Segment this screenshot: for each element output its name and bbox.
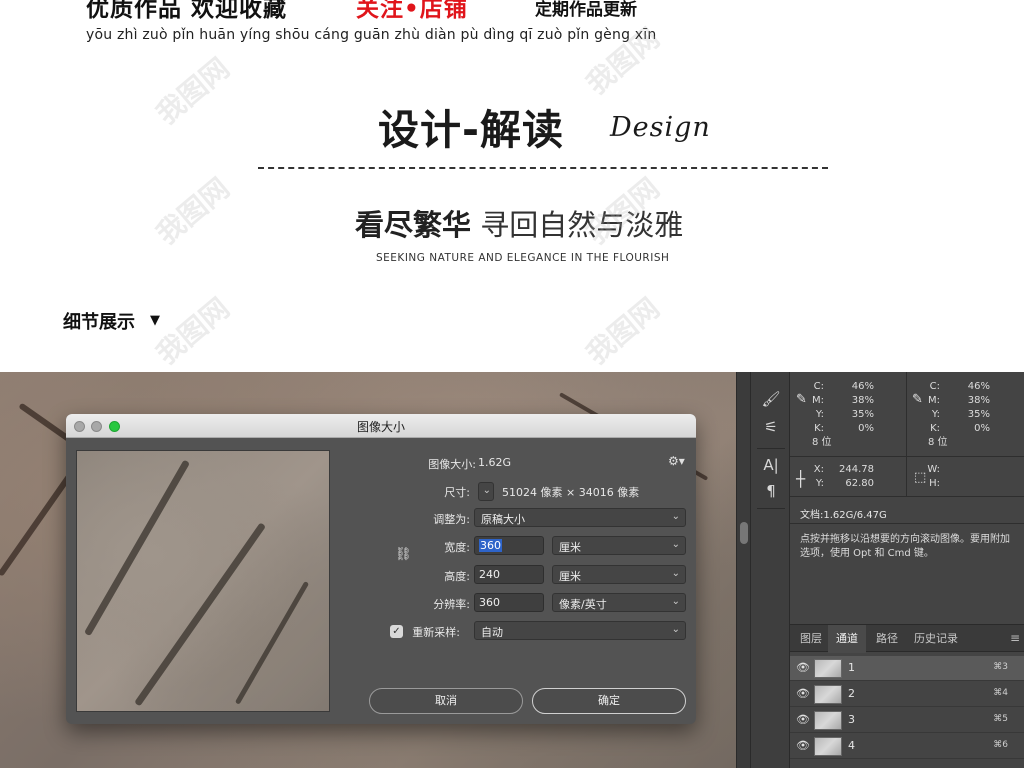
height-unit-select[interactable]: 厘米 ⌄ [552, 565, 686, 584]
width-label: 宽度: [444, 541, 470, 554]
panel-icon-strip: 🖌 ⚟ A| ¶ [750, 372, 790, 768]
height-input[interactable]: 240 [474, 565, 544, 584]
height-label: 高度: [444, 570, 470, 583]
channel-shortcut: ⌘3 [993, 662, 1008, 672]
eyedropper-icon: ✎ [796, 392, 807, 407]
channel-thumbnail [814, 685, 842, 704]
chevron-down-icon: ⌄ [671, 539, 680, 550]
channel-row[interactable]: 👁 4 ⌘6 [790, 734, 1024, 759]
dialog-title: 图像大小 [356, 420, 405, 434]
document-size: 文档:1.62G/6.47G [800, 510, 887, 521]
resolution-unit-select[interactable]: 像素/英寸 ⌄ [552, 593, 686, 612]
tagline-bold: 看尽繁华 [355, 208, 472, 242]
top-heading: 优质作品 欢迎收藏 [86, 0, 288, 22]
channel-shortcut: ⌘6 [993, 740, 1008, 750]
channel-thumbnail [814, 737, 842, 756]
tab-layers[interactable]: 图层 [792, 625, 830, 653]
dimensions-label: 尺寸: [444, 486, 470, 499]
image-size-label: 图像大小: [428, 458, 476, 471]
chevron-down-icon: ⌄ [671, 568, 680, 579]
detail-heading: 细节展示 [63, 312, 135, 333]
channel-shortcut: ⌘4 [993, 688, 1008, 698]
tagline: 看尽繁华 寻回自然与淡雅 [355, 202, 683, 244]
pinyin-line: yōu zhì zuò pǐn huān yíng shōu cáng guān… [86, 27, 657, 43]
fit-to-label: 调整为: [433, 513, 470, 526]
watermark: 我图网 [150, 291, 236, 371]
photoshop-screenshot: 🖌 ⚟ A| ¶ ✎ C: 46% M: 38% Y: 35% K: 0% 8 位 ✎ … [0, 372, 1024, 768]
dashed-divider [258, 167, 828, 169]
design-english-title: Design [610, 112, 711, 143]
scroll-grip[interactable] [740, 522, 748, 544]
chevron-down-icon: ⌄ [671, 596, 680, 607]
tab-channels[interactable]: 通道 [828, 625, 866, 653]
eye-icon[interactable]: 👁 [796, 713, 810, 726]
channel-name: 3 [848, 713, 855, 726]
dialog-titlebar[interactable]: 图像大小 [66, 414, 696, 438]
channel-row[interactable]: 👁 2 ⌘4 [790, 682, 1024, 707]
channel-row[interactable]: 👁 1 ⌘3 [790, 656, 1024, 681]
design-title: 设计-解读 [378, 106, 565, 154]
cmyk-right: C: 46% M: 38% Y: 35% K: 0% 8 位 [928, 381, 990, 448]
watermark: 我图网 [150, 171, 236, 251]
tagline-thin: 寻回自然与淡雅 [480, 208, 684, 242]
paragraph-icon[interactable]: ¶ [751, 482, 791, 500]
character-icon[interactable]: A| [751, 456, 791, 474]
dimensions-value: 51024 像素 × 34016 像素 [502, 486, 640, 499]
dimensions-unit-dropdown[interactable]: ⌄ [478, 482, 494, 501]
ok-button[interactable]: 确定 [532, 688, 686, 714]
width-input[interactable]: 360 [474, 536, 544, 555]
cancel-button[interactable]: 取消 [369, 688, 523, 714]
channel-name: 2 [848, 687, 855, 700]
follow-store-heading: 关注•店铺 [356, 0, 468, 22]
panel-scrollbar[interactable] [736, 372, 750, 768]
tab-history[interactable]: 历史记录 [906, 625, 966, 653]
chevron-down-icon: ⌄ [671, 624, 680, 635]
info-channels-panel: ✎ C: 46% M: 38% Y: 35% K: 0% 8 位 ✎ C: 46% M: 3… [790, 372, 1024, 768]
hint-text: 点按并拖移以沿想要的方向滚动图像。要用附加选项，使用 Opt 和 Cmd 键。 [790, 523, 1024, 623]
panel-menu-icon[interactable]: ≡ [1010, 631, 1020, 645]
resample-label: 重新采样: [412, 626, 460, 639]
watermark: 我图网 [580, 291, 666, 371]
info-panel: ✎ C: 46% M: 38% Y: 35% K: 0% 8 位 ✎ C: 46% M: 3… [790, 372, 1024, 497]
channel-name: 1 [848, 661, 855, 674]
brush-settings-icon[interactable]: ⚟ [751, 418, 791, 436]
brush-icon[interactable]: 🖌 [751, 390, 791, 408]
resample-select[interactable]: 自动 ⌄ [474, 621, 686, 640]
update-heading: 定期作品更新 [535, 0, 637, 20]
channel-row[interactable]: 👁 3 ⌘5 [790, 708, 1024, 733]
image-size-dialog: 图像大小 图像大小: 1.62G ⚙▾ 尺寸: ⌄ 51024 像素 × 340… [66, 414, 696, 724]
watermark: 我图网 [150, 51, 236, 131]
chevron-down-icon: ⌄ [671, 511, 680, 522]
xy-readout: X: 244.78 Y: 62.80 [813, 464, 874, 489]
cmyk-left: C: 46% M: 38% Y: 35% K: 0% 8 位 [812, 381, 874, 448]
channel-name: 4 [848, 739, 855, 752]
tagline-english: SEEKING NATURE AND ELEGANCE IN THE FLOUR… [376, 252, 670, 264]
channel-shortcut: ⌘5 [993, 714, 1008, 724]
wh-readout: W: H: [927, 464, 940, 489]
fit-to-select[interactable]: 原稿大小 ⌄ [474, 508, 686, 527]
channel-thumbnail [814, 659, 842, 678]
image-size-value: 1.62G [478, 456, 512, 469]
eye-icon[interactable]: 👁 [796, 661, 810, 674]
chevron-down-icon: ⌄ [482, 485, 491, 496]
resolution-input[interactable]: 360 [474, 593, 544, 612]
panel-tabs: 图层 通道 路径 历史记录 ≡ [790, 624, 1024, 653]
image-preview[interactable] [76, 450, 330, 712]
channel-thumbnail [814, 711, 842, 730]
detail-arrow-icon: ▼ [150, 313, 160, 328]
eye-icon[interactable]: 👁 [796, 687, 810, 700]
crosshair-icon: ┼ [796, 470, 806, 488]
resolution-label: 分辨率: [433, 598, 470, 611]
gear-icon[interactable]: ⚙▾ [668, 454, 685, 468]
tab-paths[interactable]: 路径 [868, 625, 906, 653]
eyedropper-icon: ✎ [912, 392, 923, 407]
eye-icon[interactable]: 👁 [796, 739, 810, 752]
width-unit-select[interactable]: 厘米 ⌄ [552, 536, 686, 555]
